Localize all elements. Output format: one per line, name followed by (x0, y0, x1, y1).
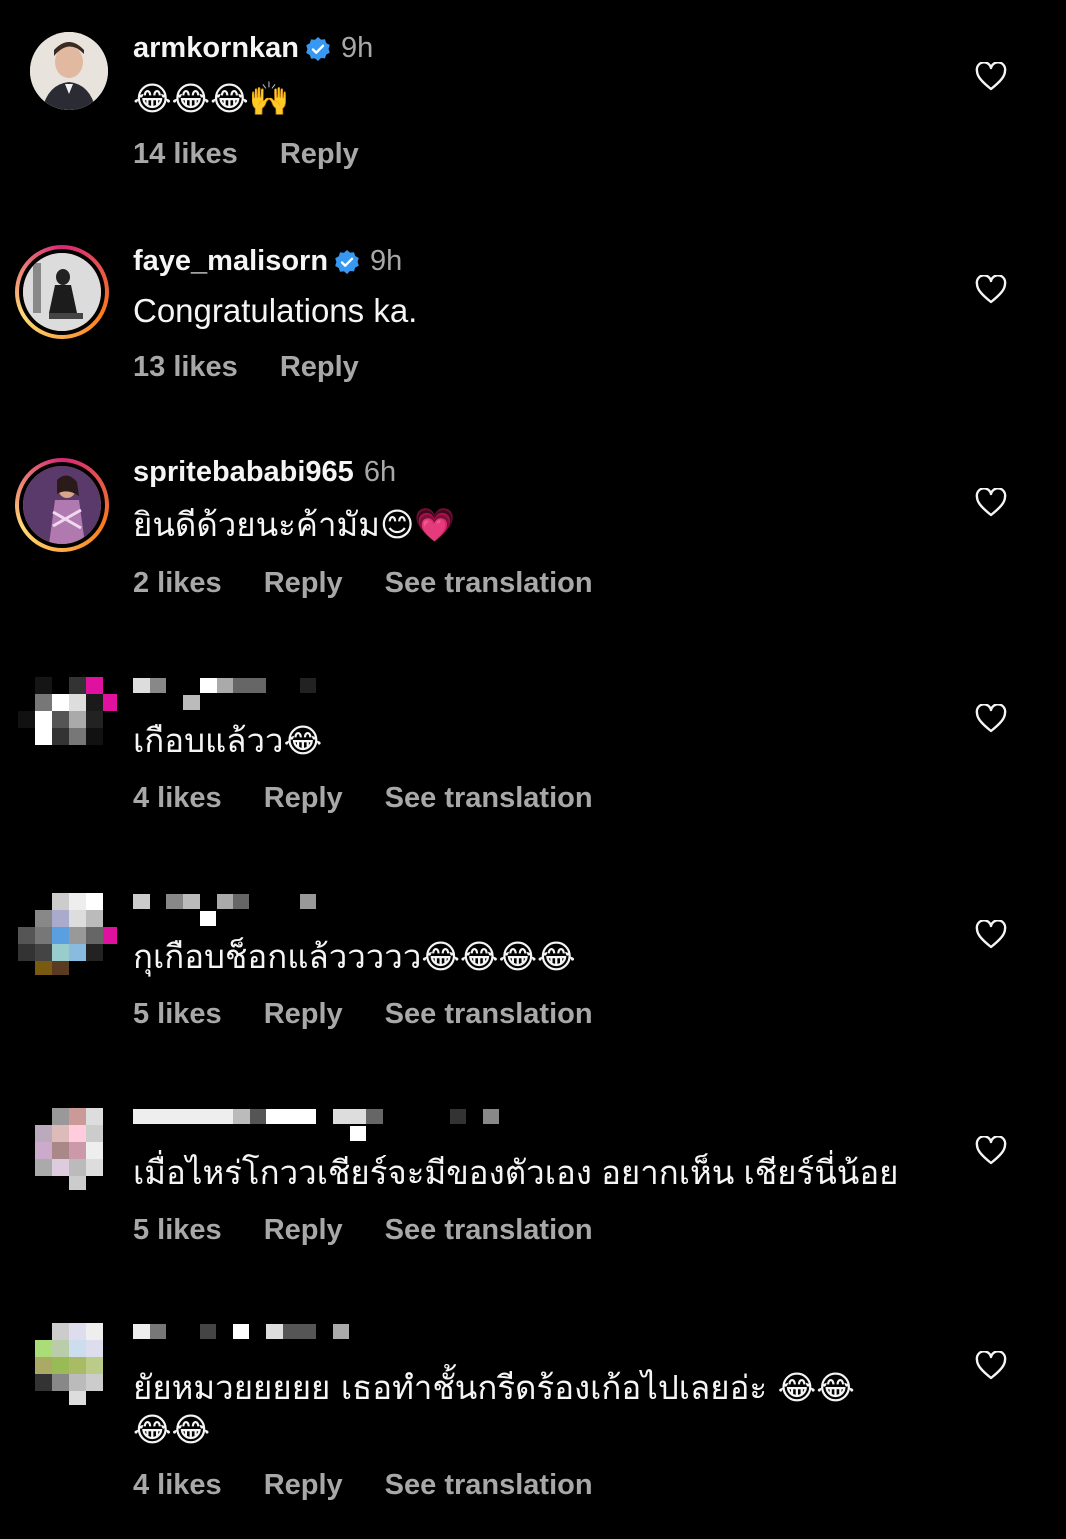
comment-text: Congratulations ka. (133, 292, 418, 329)
heart-outline-icon[interactable] (975, 62, 1007, 92)
see-translation-button[interactable]: See translation (385, 567, 593, 600)
avatar-pixelated[interactable] (18, 893, 117, 977)
avatar[interactable] (15, 245, 109, 339)
comment-text: ยินดีด้วยนะค้ามัม😊💗 (133, 505, 456, 544)
comment-time: 6h (363, 456, 397, 488)
avatar-image (23, 253, 101, 331)
reply-button[interactable]: Reply (264, 1469, 343, 1502)
reply-button[interactable]: Reply (264, 998, 343, 1031)
see-translation-button[interactable]: See translation (385, 998, 593, 1031)
comment-text-continued: 😂😂 (133, 1410, 211, 1449)
comment-text: 😂😂😂🙌 (133, 79, 290, 118)
comment-actions: 13 likes Reply (133, 351, 359, 384)
username-pixelated[interactable] (133, 1109, 513, 1145)
like-count[interactable]: 13 likes (133, 351, 238, 384)
username-pixelated[interactable] (133, 678, 393, 714)
avatar-pixelated[interactable] (18, 1108, 103, 1192)
see-translation-button[interactable]: See translation (385, 1469, 593, 1502)
see-translation-button[interactable]: See translation (385, 782, 593, 815)
comment-actions: 4 likes Reply See translation (133, 782, 593, 815)
comment-text: กุเกือบช็อกแล้ววววว😂😂😂😂 (133, 937, 576, 976)
verified-badge-icon (335, 249, 359, 274)
reply-button[interactable]: Reply (264, 567, 343, 600)
reply-button[interactable]: Reply (280, 351, 359, 384)
avatar[interactable] (15, 458, 109, 552)
avatar-pixelated[interactable] (18, 677, 117, 761)
avatar-image (23, 466, 101, 544)
comment-actions: 2 likes Reply See translation (133, 567, 593, 600)
verified-badge-icon (306, 36, 330, 61)
comment-actions: 5 likes Reply See translation (133, 998, 593, 1031)
comment-text: เมื่อไหร่โกววเชียร์จะมีของตัวเอง อยากเห็… (133, 1154, 899, 1191)
reply-button[interactable]: Reply (280, 138, 359, 171)
heart-outline-icon[interactable] (975, 488, 1007, 518)
avatar-pixelated[interactable] (18, 1323, 103, 1407)
avatar-photo (30, 32, 108, 110)
comment-actions: 4 likes Reply See translation (133, 1469, 593, 1502)
see-translation-button[interactable]: See translation (385, 1214, 593, 1247)
like-count[interactable]: 5 likes (133, 1214, 222, 1247)
comment-username[interactable]: armkornkan 9h (133, 32, 373, 65)
like-count[interactable]: 2 likes (133, 567, 222, 600)
comment-time: 9h (370, 245, 403, 277)
heart-outline-icon[interactable] (975, 275, 1007, 305)
avatar-photo (19, 462, 105, 548)
heart-outline-icon[interactable] (975, 920, 1007, 950)
comment-actions: 14 likes Reply (133, 138, 359, 171)
like-count[interactable]: 4 likes (133, 782, 222, 815)
comment-time: 9h (341, 32, 374, 64)
reply-button[interactable]: Reply (264, 782, 343, 815)
comment-text: เกือบแล้วว😂 (133, 721, 323, 760)
reply-button[interactable]: Reply (264, 1214, 343, 1247)
like-count[interactable]: 14 likes (133, 138, 238, 171)
heart-outline-icon[interactable] (975, 704, 1007, 734)
like-count[interactable]: 5 likes (133, 998, 222, 1031)
comment-actions: 5 likes Reply See translation (133, 1214, 593, 1247)
like-count[interactable]: 4 likes (133, 1469, 222, 1502)
comment-username[interactable]: spritebababi965 6h (133, 456, 396, 489)
comment-username[interactable]: faye_malisorn 9h (133, 245, 402, 278)
avatar[interactable] (30, 32, 108, 110)
username-pixelated[interactable] (133, 894, 393, 930)
comment-text: ยัยหมวยยยยย เธอทำชั้นกรีดร้องเก้อไปเลยอ่… (133, 1368, 855, 1407)
username-pixelated[interactable] (133, 1324, 393, 1360)
avatar-photo (19, 249, 105, 335)
heart-outline-icon[interactable] (975, 1136, 1007, 1166)
heart-outline-icon[interactable] (975, 1351, 1007, 1381)
